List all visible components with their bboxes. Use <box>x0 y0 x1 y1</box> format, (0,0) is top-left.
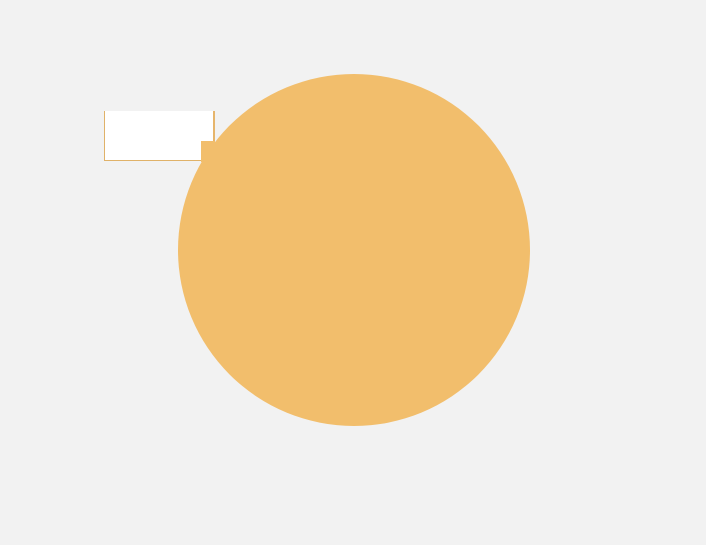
overlay-right-accent <box>213 111 215 141</box>
canvas <box>0 0 706 545</box>
overlay-resize-handle[interactable] <box>201 141 215 162</box>
orange-circle[interactable] <box>178 74 530 426</box>
white-overlay-box[interactable] <box>104 111 214 161</box>
